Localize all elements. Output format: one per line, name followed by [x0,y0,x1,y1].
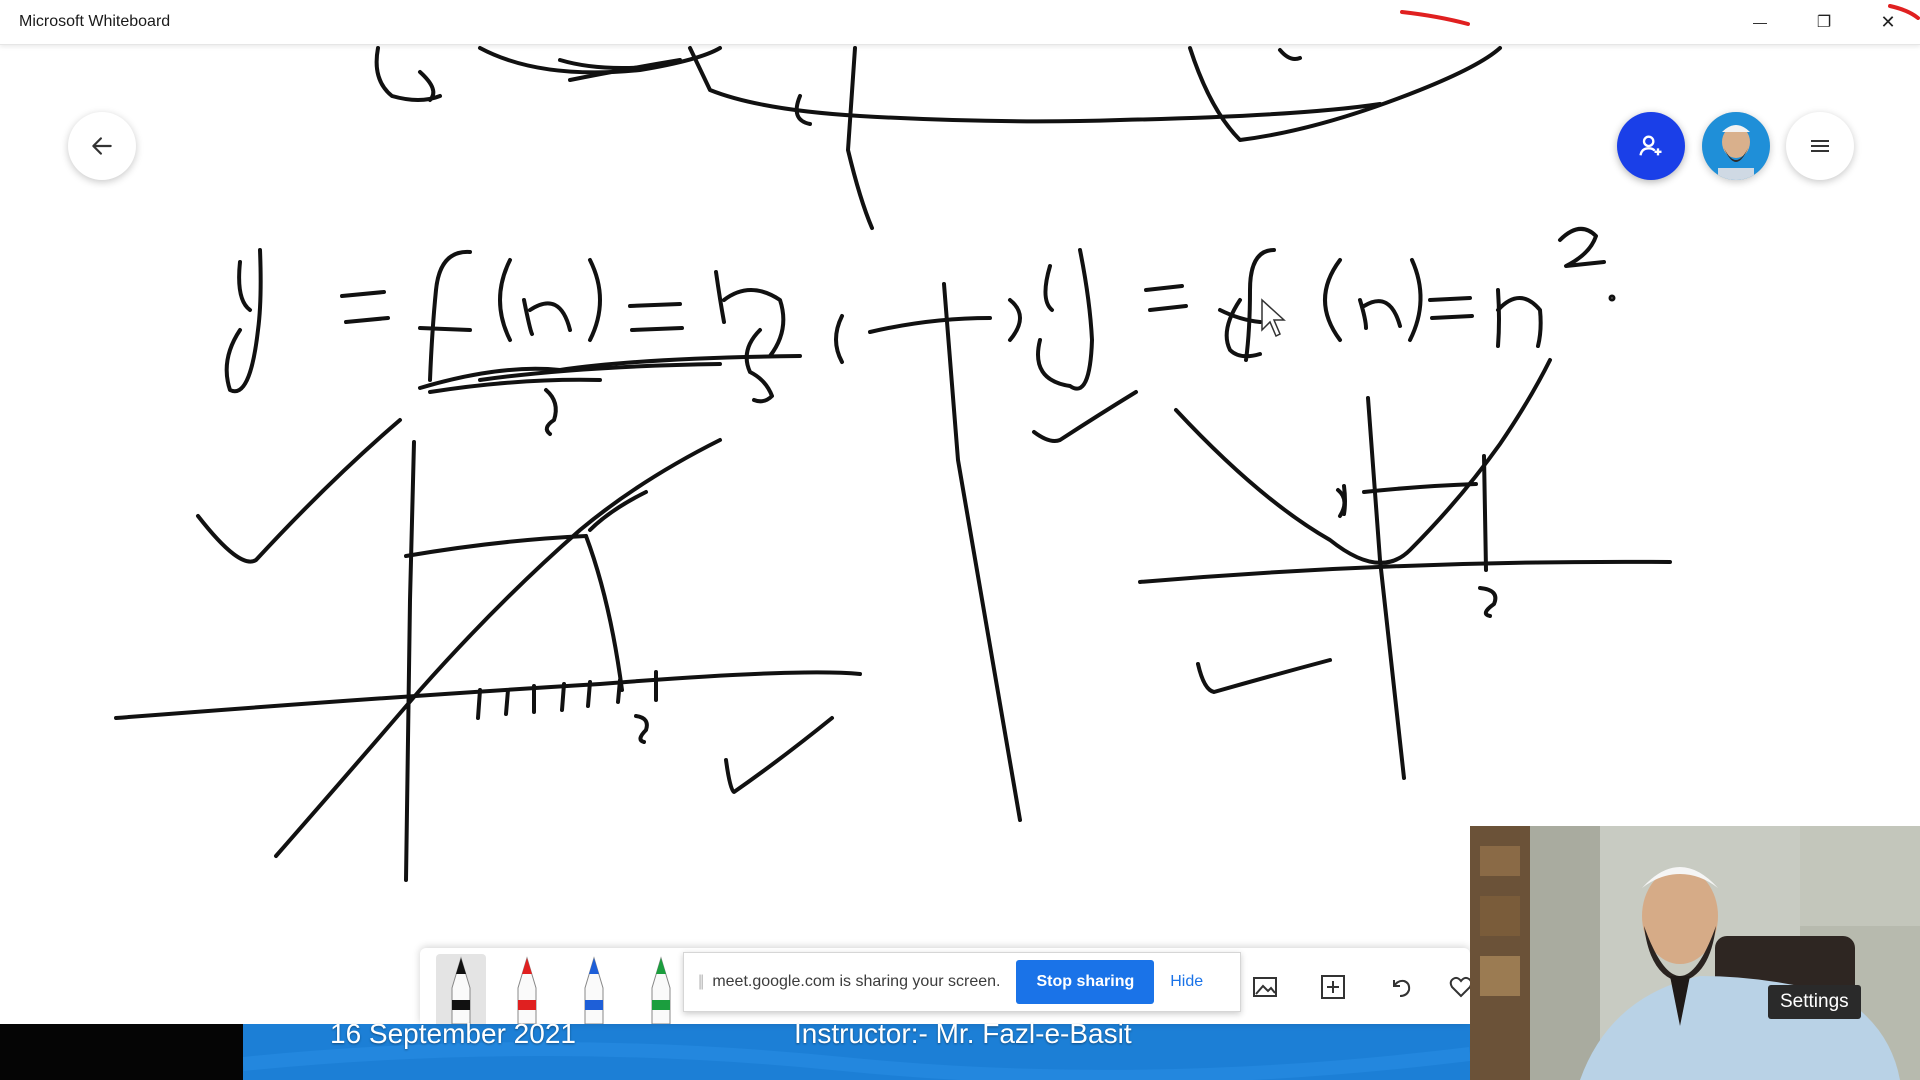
user-avatar[interactable] [1702,112,1770,180]
webcam-scene [1470,826,1920,1080]
menu-button[interactable] [1786,112,1854,180]
undo-icon [1393,979,1411,997]
title-bar: Microsoft Whiteboard — ❐ ✕ [0,0,1920,45]
settings-tooltip[interactable]: Settings [1768,985,1861,1019]
avatar-image [1702,112,1770,180]
share-message: meet.google.com is sharing your screen. [712,973,1001,990]
footer-date: 16 September 2021 [330,1018,576,1049]
green-pen-icon[interactable] [644,954,678,1024]
red-ink-corner [1888,4,1920,20]
add-button[interactable] [1316,970,1350,1004]
image-icon [1253,977,1277,997]
restore-icon: ❐ [1816,14,1832,31]
drag-grip-icon[interactable]: || [698,973,704,991]
red-ink-stroke [1400,10,1470,26]
minimize-button[interactable]: — [1728,0,1792,44]
restore-button[interactable]: ❐ [1792,0,1856,44]
webcam-video[interactable] [1470,826,1920,1080]
hamburger-menu-icon [1811,140,1829,152]
screen-share-banner: || meet.google.com is sharing your scree… [683,952,1241,1012]
image-button[interactable] [1248,970,1282,1004]
footer-instructor: Instructor:- Mr. Fazl-e-Basit [794,1018,1132,1049]
blue-pen-icon[interactable] [577,954,611,1024]
app-title: Microsoft Whiteboard [19,13,171,30]
back-button[interactable] [68,112,136,180]
invite-button[interactable] [1617,112,1685,180]
footer-dark-strip [0,1024,243,1080]
add-person-icon [1639,135,1662,156]
minimize-icon: — [1753,14,1767,30]
red-pen-icon[interactable] [510,954,544,1024]
undo-button[interactable] [1384,970,1418,1004]
stop-sharing-button[interactable]: Stop sharing [1016,960,1155,1004]
black-pen-icon[interactable] [444,954,478,1024]
add-icon [1321,975,1345,999]
arrow-left-icon [92,137,112,155]
hide-button[interactable]: Hide [1170,973,1203,991]
